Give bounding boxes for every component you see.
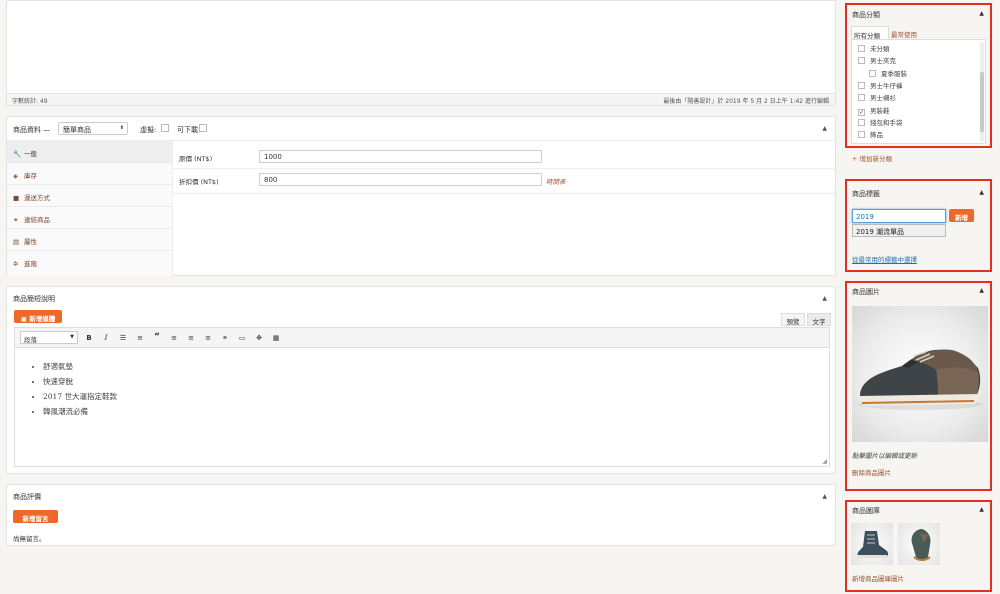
field-divider (173, 193, 835, 194)
short-description-panel: 商品簡短說明 ▲ ▣ 新增媒體 預覽 文字 段落 ▼ B I ☰ ≡ “ ≡ ≡… (6, 286, 836, 474)
italic-icon[interactable]: I (100, 334, 112, 342)
downloadable-label: 可下載: (177, 126, 201, 134)
add-media-button[interactable]: ▣ 新增媒體 (14, 310, 62, 323)
table-icon: ▤ (13, 238, 20, 246)
highlight-box (845, 3, 992, 148)
tab-inventory[interactable]: ◈ 庫存 (7, 163, 173, 185)
word-count: 字數統計: 49 (12, 98, 48, 105)
add-category-link[interactable]: + 增加新分類 (852, 153, 892, 163)
list-item: 韓風潮流必備 (43, 406, 117, 421)
no-reviews-text: 尚無留言。 (13, 535, 46, 543)
tab-general[interactable]: 🔧 一般 (7, 141, 173, 163)
numbered-list-icon[interactable]: ≡ (134, 334, 146, 342)
highlight-box (845, 179, 992, 272)
add-review-button[interactable]: 新增留言 (13, 510, 58, 523)
blockquote-icon[interactable]: “ (151, 332, 163, 342)
link-icon: ⚭ (13, 216, 19, 224)
format-select[interactable]: 段落 ▼ (20, 331, 78, 344)
regular-price-label: 原價 (NT$) (179, 155, 213, 163)
list-item: 2017 世大運指定鞋款 (43, 391, 117, 406)
content-editor[interactable]: 字數統計: 49 最後由「隨善設計」於 2019 年 5 月 2 日上午 1:4… (6, 0, 836, 106)
regular-price-input[interactable]: 1000 (259, 150, 542, 163)
reviews-title: 商品評價 (13, 493, 41, 501)
tab-linked-products[interactable]: ⚭ 連結商品 (7, 207, 173, 229)
truck-icon: ■ (13, 194, 20, 202)
editor-status-bar: 字數統計: 49 最後由「隨善設計」於 2019 年 5 月 2 日上午 1:4… (7, 93, 835, 105)
product-data-header: 商品資料 — 簡單商品 ⬍ 虛擬: 可下載: ▲ (7, 117, 835, 141)
resize-handle-icon[interactable]: ◢ (822, 458, 827, 465)
inventory-icon: ◈ (13, 172, 18, 180)
tab-advanced[interactable]: ✲ 進階 (7, 251, 173, 273)
sale-price-input[interactable]: 800 (259, 173, 542, 186)
chevron-down-icon: ▼ (70, 334, 74, 340)
fullscreen-icon[interactable]: ✥ (253, 334, 265, 342)
reviews-panel: 商品評價 ▲ 新增留言 尚無留言。 (6, 484, 836, 546)
virtual-checkbox[interactable] (161, 124, 169, 132)
product-data-title: 商品資料 — (13, 126, 51, 134)
gear-icon: ✲ (13, 260, 19, 268)
align-left-icon[interactable]: ≡ (168, 334, 180, 342)
align-center-icon[interactable]: ≡ (185, 334, 197, 342)
editor-toolbar: 段落 ▼ B I ☰ ≡ “ ≡ ≡ ≡ ⚭ ▭ ✥ ▦ (14, 327, 830, 348)
list-item: 快速穿脫 (43, 376, 117, 391)
tab-shipping[interactable]: ■ 運送方式 (7, 185, 173, 207)
last-edited-info: 最後由「隨善設計」於 2019 年 5 月 2 日上午 1:42 進行編輯 (663, 98, 829, 105)
short-description-title: 商品簡短說明 (13, 295, 55, 303)
product-data-panel: 商品資料 — 簡單商品 ⬍ 虛擬: 可下載: ▲ 🔧 一般 ◈ 庫存 ■ 運送方式 ⚭… (6, 116, 836, 276)
collapse-toggle-icon[interactable]: ▲ (822, 125, 827, 132)
sale-price-label: 折扣價 (NT$) (179, 178, 219, 186)
highlight-box (845, 281, 992, 491)
bullet-list: 舒適氣墊 快速穿脫 2017 世大運指定鞋款 韓風潮流必備 (43, 361, 117, 421)
product-type-select[interactable]: 簡單商品 ⬍ (58, 122, 128, 135)
link-icon[interactable]: ⚭ (219, 334, 231, 342)
bold-icon[interactable]: B (83, 334, 95, 342)
wrench-icon: 🔧 (13, 150, 22, 158)
list-item: 舒適氣墊 (43, 361, 117, 376)
virtual-label: 虛擬: (140, 126, 157, 134)
collapse-toggle-icon[interactable]: ▲ (822, 295, 827, 302)
align-right-icon[interactable]: ≡ (202, 334, 214, 342)
select-arrows-icon: ⬍ (119, 125, 124, 131)
downloadable-checkbox[interactable] (199, 124, 207, 132)
read-more-icon[interactable]: ▭ (236, 334, 248, 342)
tab-text[interactable]: 文字 (807, 313, 831, 326)
schedule-link[interactable]: 時間表 (546, 176, 566, 186)
tab-visual[interactable]: 預覽 (781, 313, 805, 326)
collapse-toggle-icon[interactable]: ▲ (822, 493, 827, 500)
field-divider (173, 168, 835, 169)
product-data-tabs: 🔧 一般 ◈ 庫存 ■ 運送方式 ⚭ 連結商品 ▤ 屬性 ✲ 進階 (7, 141, 173, 276)
toolbar-toggle-icon[interactable]: ▦ (270, 334, 282, 342)
media-icon: ▣ (20, 315, 30, 323)
bullet-list-icon[interactable]: ☰ (117, 334, 129, 342)
highlight-box (845, 500, 992, 592)
tab-attributes[interactable]: ▤ 屬性 (7, 229, 173, 251)
editor-content[interactable]: 舒適氣墊 快速穿脫 2017 世大運指定鞋款 韓風潮流必備 ◢ (14, 349, 830, 467)
